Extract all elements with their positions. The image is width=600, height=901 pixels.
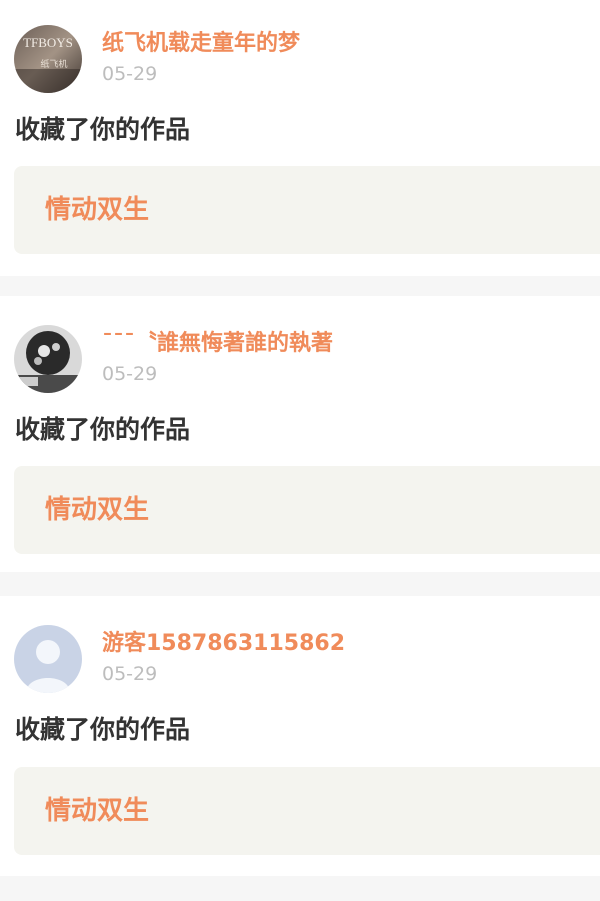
notification-header: TFBOYS 纸飞机 纸飞机载走童年的梦 05-29: [14, 25, 594, 93]
avatar-caption: 纸飞机: [40, 58, 67, 70]
work-title: 情动双生: [45, 195, 150, 225]
notification-item[interactable]: 游客1587863115862 05-29 收藏了你的作品 情动双生: [0, 596, 600, 876]
work-card[interactable]: 情动双生: [14, 466, 600, 554]
notification-item[interactable]: ˉˉˉ〝誰無悔著誰的執著 05-29 收藏了你的作品 情动双生: [0, 296, 600, 572]
default-user-avatar-icon[interactable]: [14, 625, 82, 693]
action-text: 收藏了你的作品: [15, 115, 191, 144]
notification-date: 05-29: [102, 63, 158, 85]
notification-header: 游客1587863115862 05-29: [14, 625, 594, 693]
action-text: 收藏了你的作品: [15, 415, 191, 444]
user-photo-avatar-icon[interactable]: [14, 325, 82, 393]
avatar-overlay-text: TFBOYS: [23, 35, 73, 50]
notification-header: ˉˉˉ〝誰無悔著誰的執著 05-29: [14, 325, 594, 393]
notification-date: 05-29: [102, 663, 158, 685]
username-link[interactable]: 游客1587863115862: [102, 631, 345, 657]
notification-feed: TFBOYS 纸飞机 纸飞机载走童年的梦 05-29 收藏了你的作品 情动双生: [0, 0, 600, 901]
user-photo-avatar-icon[interactable]: TFBOYS 纸飞机: [14, 25, 82, 93]
action-text: 收藏了你的作品: [15, 715, 191, 744]
notification-item[interactable]: TFBOYS 纸飞机 纸飞机载走童年的梦 05-29 收藏了你的作品 情动双生: [0, 0, 600, 276]
username-link[interactable]: ˉˉˉ〝誰無悔著誰的執著: [102, 331, 333, 357]
work-title: 情动双生: [45, 796, 150, 826]
username-link[interactable]: 纸飞机载走童年的梦: [102, 31, 300, 57]
work-card[interactable]: 情动双生: [14, 166, 600, 254]
work-card[interactable]: 情动双生: [14, 767, 600, 855]
work-title: 情动双生: [45, 495, 150, 525]
notification-date: 05-29: [102, 363, 158, 385]
